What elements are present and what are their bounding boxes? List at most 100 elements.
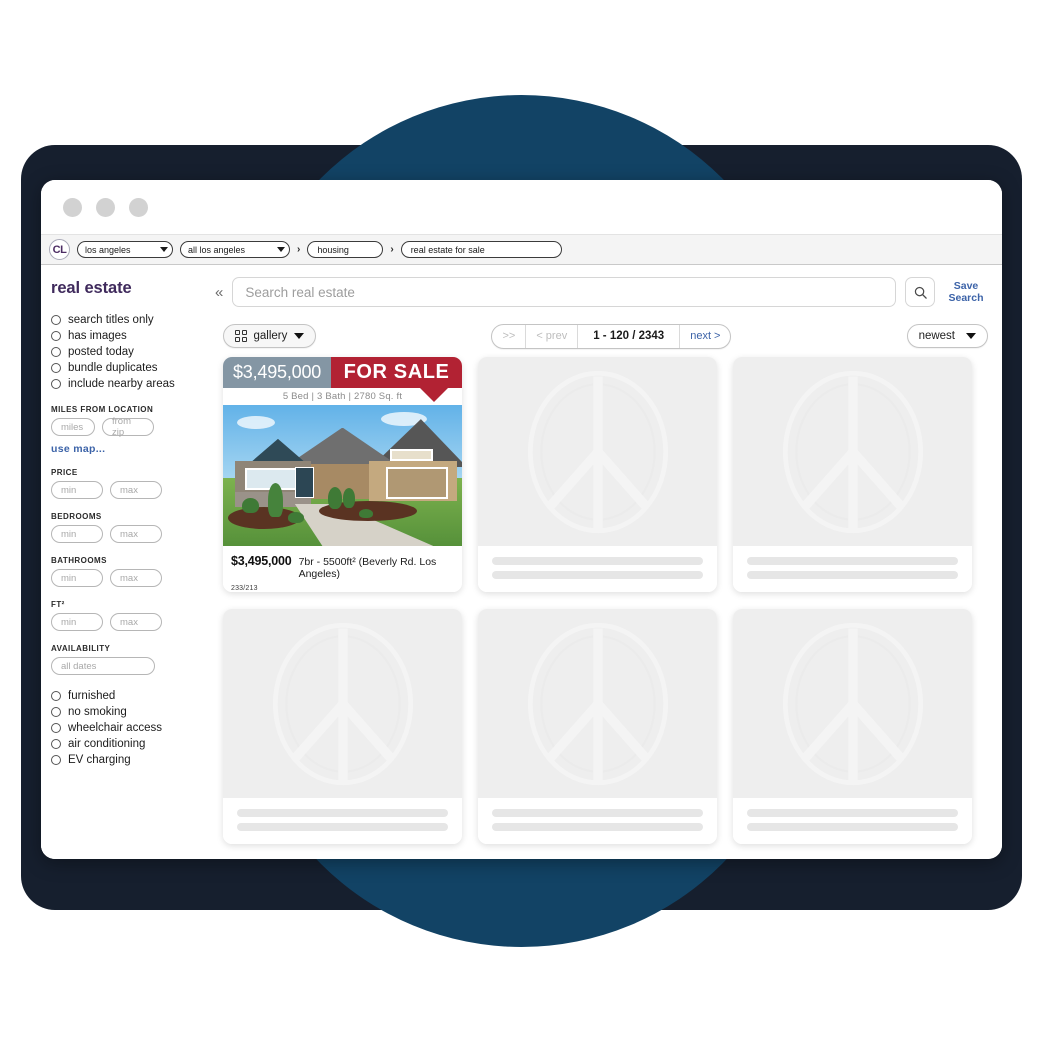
save-search-line2: Search	[948, 292, 984, 304]
radio-icon	[51, 331, 61, 341]
filter-label: EV charging	[68, 754, 131, 766]
radio-icon	[51, 707, 61, 717]
placeholder-meta	[733, 546, 972, 592]
radio-icon	[51, 363, 61, 373]
listing-card-placeholder[interactable]	[733, 609, 972, 844]
filter-label: air conditioning	[68, 738, 146, 750]
skeleton-line	[747, 557, 958, 565]
sqft-min-input[interactable]: min	[51, 613, 103, 631]
filter-label: search titles only	[68, 314, 154, 326]
peace-sign-watermark-icon	[782, 370, 923, 533]
peace-sign-watermark-icon	[527, 370, 668, 533]
breadcrumb-separator: ›	[297, 244, 301, 255]
listing-card-placeholder[interactable]	[733, 357, 972, 592]
bedrooms-group-label: BEDROOMS	[51, 512, 102, 521]
banner-price: $3,495,000	[223, 357, 332, 388]
availability-group-label: AVAILABILITY	[51, 644, 111, 653]
save-search-button[interactable]: Save Search	[944, 280, 988, 304]
listing-card-placeholder[interactable]	[478, 609, 717, 844]
placeholder-meta	[478, 546, 717, 592]
craigslist-logo[interactable]: CL	[49, 239, 70, 260]
bathrooms-filter-group: BATHROOMS min max	[51, 556, 199, 587]
distance-group-label: MILES FROM LOCATION	[51, 405, 154, 414]
maximize-dot[interactable]	[129, 197, 148, 217]
price-max-input[interactable]: max	[110, 481, 162, 499]
skeleton-line	[492, 557, 703, 565]
skeleton-line	[747, 823, 958, 831]
availability-input[interactable]: all dates	[51, 657, 155, 675]
filter-bundle-duplicates[interactable]: bundle duplicates	[51, 360, 199, 376]
pagination-next[interactable]: next >	[680, 325, 730, 348]
pagination-first[interactable]: >>	[492, 324, 527, 348]
collapse-sidebar-icon[interactable]: «	[215, 284, 223, 301]
filter-wheelchair-access[interactable]: wheelchair access	[51, 720, 199, 736]
page-title: real estate	[51, 279, 132, 297]
sqft-filter-group: FT² min max	[51, 600, 199, 631]
filter-label: no smoking	[68, 706, 127, 718]
placeholder-meta	[478, 798, 717, 844]
filter-has-images[interactable]: has images	[51, 328, 199, 344]
filter-search-titles-only[interactable]: search titles only	[51, 312, 199, 328]
price-min-input[interactable]: min	[51, 481, 103, 499]
filter-label: posted today	[68, 346, 134, 358]
view-mode-label: gallery	[253, 330, 288, 342]
sort-label: newest	[918, 330, 955, 342]
pagination-prev[interactable]: < prev	[526, 324, 579, 348]
craigslist-page: CL los angeles all los angeles › housing…	[41, 234, 1002, 859]
listing-meta: $3,495,000 7br - 5500ft² (Beverly Rd. Lo…	[223, 546, 462, 592]
search-row: « Search real estate Save Search	[211, 275, 1002, 309]
chevron-down-icon	[160, 247, 168, 252]
breadcrumb-category[interactable]: housing	[307, 241, 384, 258]
skeleton-line	[237, 823, 448, 831]
skeleton-line	[747, 809, 958, 817]
minimize-dot[interactable]	[96, 197, 115, 217]
bathrooms-group-label: BATHROOMS	[51, 556, 107, 565]
filter-ev-charging[interactable]: EV charging	[51, 752, 199, 768]
use-map-link[interactable]: use map...	[51, 443, 199, 455]
filter-label: wheelchair access	[68, 722, 162, 734]
radio-icon	[51, 379, 61, 389]
filter-furnished[interactable]: furnished	[51, 688, 199, 704]
save-search-line1: Save	[953, 280, 979, 292]
skeleton-line	[237, 809, 448, 817]
breadcrumb-separator: ›	[390, 244, 394, 255]
chevron-down-icon	[966, 333, 976, 339]
listing-card-placeholder[interactable]	[478, 357, 717, 592]
sqft-max-input[interactable]: max	[110, 613, 162, 631]
banner-tag: FOR SALE	[331, 357, 462, 388]
sort-dropdown[interactable]: newest	[906, 324, 988, 348]
skeleton-line	[492, 823, 703, 831]
search-button[interactable]	[905, 277, 935, 307]
breadcrumb-subcategory[interactable]: real estate for sale	[400, 241, 562, 258]
search-input[interactable]: Search real estate	[232, 277, 896, 307]
skeleton-line	[747, 571, 958, 579]
bathrooms-max-input[interactable]: max	[110, 569, 162, 587]
filter-include-nearby-areas[interactable]: include nearby areas	[51, 376, 199, 392]
peace-sign-watermark-icon	[527, 622, 668, 785]
zip-input[interactable]: from zip	[102, 416, 154, 438]
bathrooms-min-input[interactable]: min	[51, 569, 103, 587]
miles-input[interactable]: miles	[51, 418, 95, 436]
peace-sign-watermark-icon	[272, 622, 413, 785]
bedrooms-filter-group: BEDROOMS min max	[51, 512, 199, 543]
availability-filter-group: AVAILABILITY all dates	[51, 644, 199, 675]
listing-card-placeholder[interactable]	[223, 609, 462, 844]
radio-icon	[51, 691, 61, 701]
close-dot[interactable]	[63, 197, 82, 217]
filter-posted-today[interactable]: posted today	[51, 344, 199, 360]
search-icon	[914, 286, 927, 299]
listing-subtext: 233/213	[231, 585, 258, 592]
filter-no-smoking[interactable]: no smoking	[51, 704, 199, 720]
price-group-label: PRICE	[51, 468, 78, 477]
bedrooms-max-input[interactable]: max	[110, 525, 162, 543]
city-select[interactable]: los angeles	[77, 241, 173, 258]
filter-air-conditioning[interactable]: air conditioning	[51, 736, 199, 752]
filter-label: include nearby areas	[68, 378, 175, 390]
bedrooms-min-input[interactable]: min	[51, 525, 103, 543]
area-select[interactable]: all los angeles	[180, 241, 290, 258]
view-mode-dropdown[interactable]: gallery	[223, 324, 317, 348]
results-toolbar: gallery >> < prev 1 - 120 / 2343 next > …	[211, 309, 1002, 351]
sqft-group-label: FT²	[51, 600, 65, 609]
radio-icon	[51, 315, 61, 325]
listing-card[interactable]: $3,495,000 FOR SALE 5 Bed | 3 Bath | 278…	[223, 357, 462, 592]
